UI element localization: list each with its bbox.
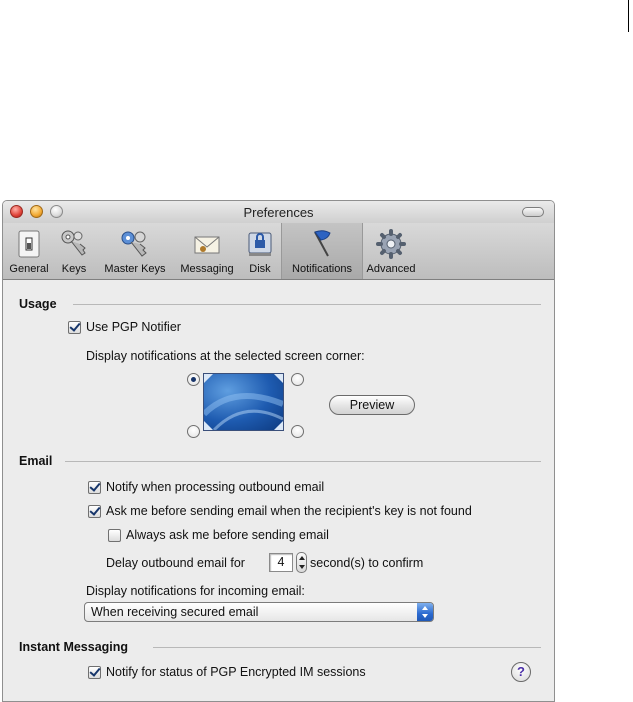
corner-top-left-radio[interactable] bbox=[187, 373, 200, 386]
screen-swirl-graphic bbox=[204, 374, 283, 430]
use-pgp-notifier-checkbox[interactable] bbox=[68, 321, 81, 334]
notify-im-checkbox[interactable] bbox=[88, 666, 101, 679]
always-ask-label: Always ask me before sending email bbox=[126, 528, 329, 542]
keys-icon bbox=[61, 230, 86, 256]
tab-keys[interactable]: Keys bbox=[53, 223, 95, 279]
title-bar[interactable]: Preferences bbox=[3, 201, 554, 223]
im-divider bbox=[153, 647, 541, 648]
corner-top-right-radio[interactable] bbox=[291, 373, 304, 386]
switch-icon bbox=[18, 230, 40, 258]
delay-seconds-stepper[interactable] bbox=[296, 552, 307, 573]
preview-button[interactable]: Preview bbox=[329, 395, 415, 415]
notify-outbound-label: Notify when processing outbound email bbox=[106, 480, 325, 494]
corner-prompt: Display notifications at the selected sc… bbox=[86, 349, 365, 363]
gear-icon bbox=[376, 229, 406, 259]
envelope-icon bbox=[194, 236, 220, 254]
email-section-title: Email bbox=[19, 454, 53, 468]
page-edge-mark bbox=[628, 0, 629, 32]
corner-bottom-right-radio[interactable] bbox=[291, 425, 304, 438]
tab-advanced[interactable]: Advanced bbox=[361, 223, 421, 279]
preferences-window: Preferences General Keys Master Keys Mes… bbox=[2, 200, 555, 702]
tab-messaging[interactable]: Messaging bbox=[175, 223, 239, 279]
tab-master-keys[interactable]: Master Keys bbox=[95, 223, 175, 279]
delay-seconds-field[interactable]: 4 bbox=[269, 553, 293, 572]
notify-outbound-checkbox[interactable] bbox=[88, 481, 101, 494]
delay-suffix-label: second(s) to confirm bbox=[310, 556, 424, 570]
incoming-notification-select[interactable]: When receiving secured email bbox=[84, 602, 434, 622]
select-arrows-icon bbox=[417, 603, 433, 621]
incoming-prompt: Display notifications for incoming email… bbox=[86, 584, 305, 598]
notify-im-label: Notify for status of PGP Encrypted IM se… bbox=[106, 665, 366, 679]
toolbar-toggle-button[interactable] bbox=[522, 207, 544, 217]
incoming-selected-value: When receiving secured email bbox=[91, 605, 259, 619]
use-pgp-notifier-label: Use PGP Notifier bbox=[86, 320, 181, 334]
usage-divider bbox=[73, 304, 541, 305]
help-button[interactable]: ? bbox=[511, 662, 531, 682]
delay-prefix-label: Delay outbound email for bbox=[106, 556, 245, 570]
im-section-title: Instant Messaging bbox=[19, 640, 129, 654]
tab-disk[interactable]: Disk bbox=[239, 223, 281, 279]
usage-section-title: Usage bbox=[19, 297, 57, 311]
window-title: Preferences bbox=[243, 205, 314, 220]
master-keys-icon bbox=[121, 231, 147, 257]
always-ask-checkbox[interactable] bbox=[108, 529, 121, 542]
disk-lock-icon bbox=[248, 232, 272, 256]
screen-preview-image bbox=[203, 373, 284, 431]
preferences-toolbar: General Keys Master Keys Messaging Disk … bbox=[3, 223, 554, 280]
notifications-pane: Usage Use PGP Notifier Display notificat… bbox=[3, 280, 554, 701]
email-divider bbox=[65, 461, 541, 462]
tab-notifications[interactable]: Notifications bbox=[281, 223, 363, 279]
corner-bottom-left-radio[interactable] bbox=[187, 425, 200, 438]
ask-key-not-found-checkbox[interactable] bbox=[88, 505, 101, 518]
ask-key-not-found-label: Ask me before sending email when the rec… bbox=[106, 504, 472, 518]
tab-general[interactable]: General bbox=[5, 223, 53, 279]
flag-icon bbox=[314, 230, 331, 257]
